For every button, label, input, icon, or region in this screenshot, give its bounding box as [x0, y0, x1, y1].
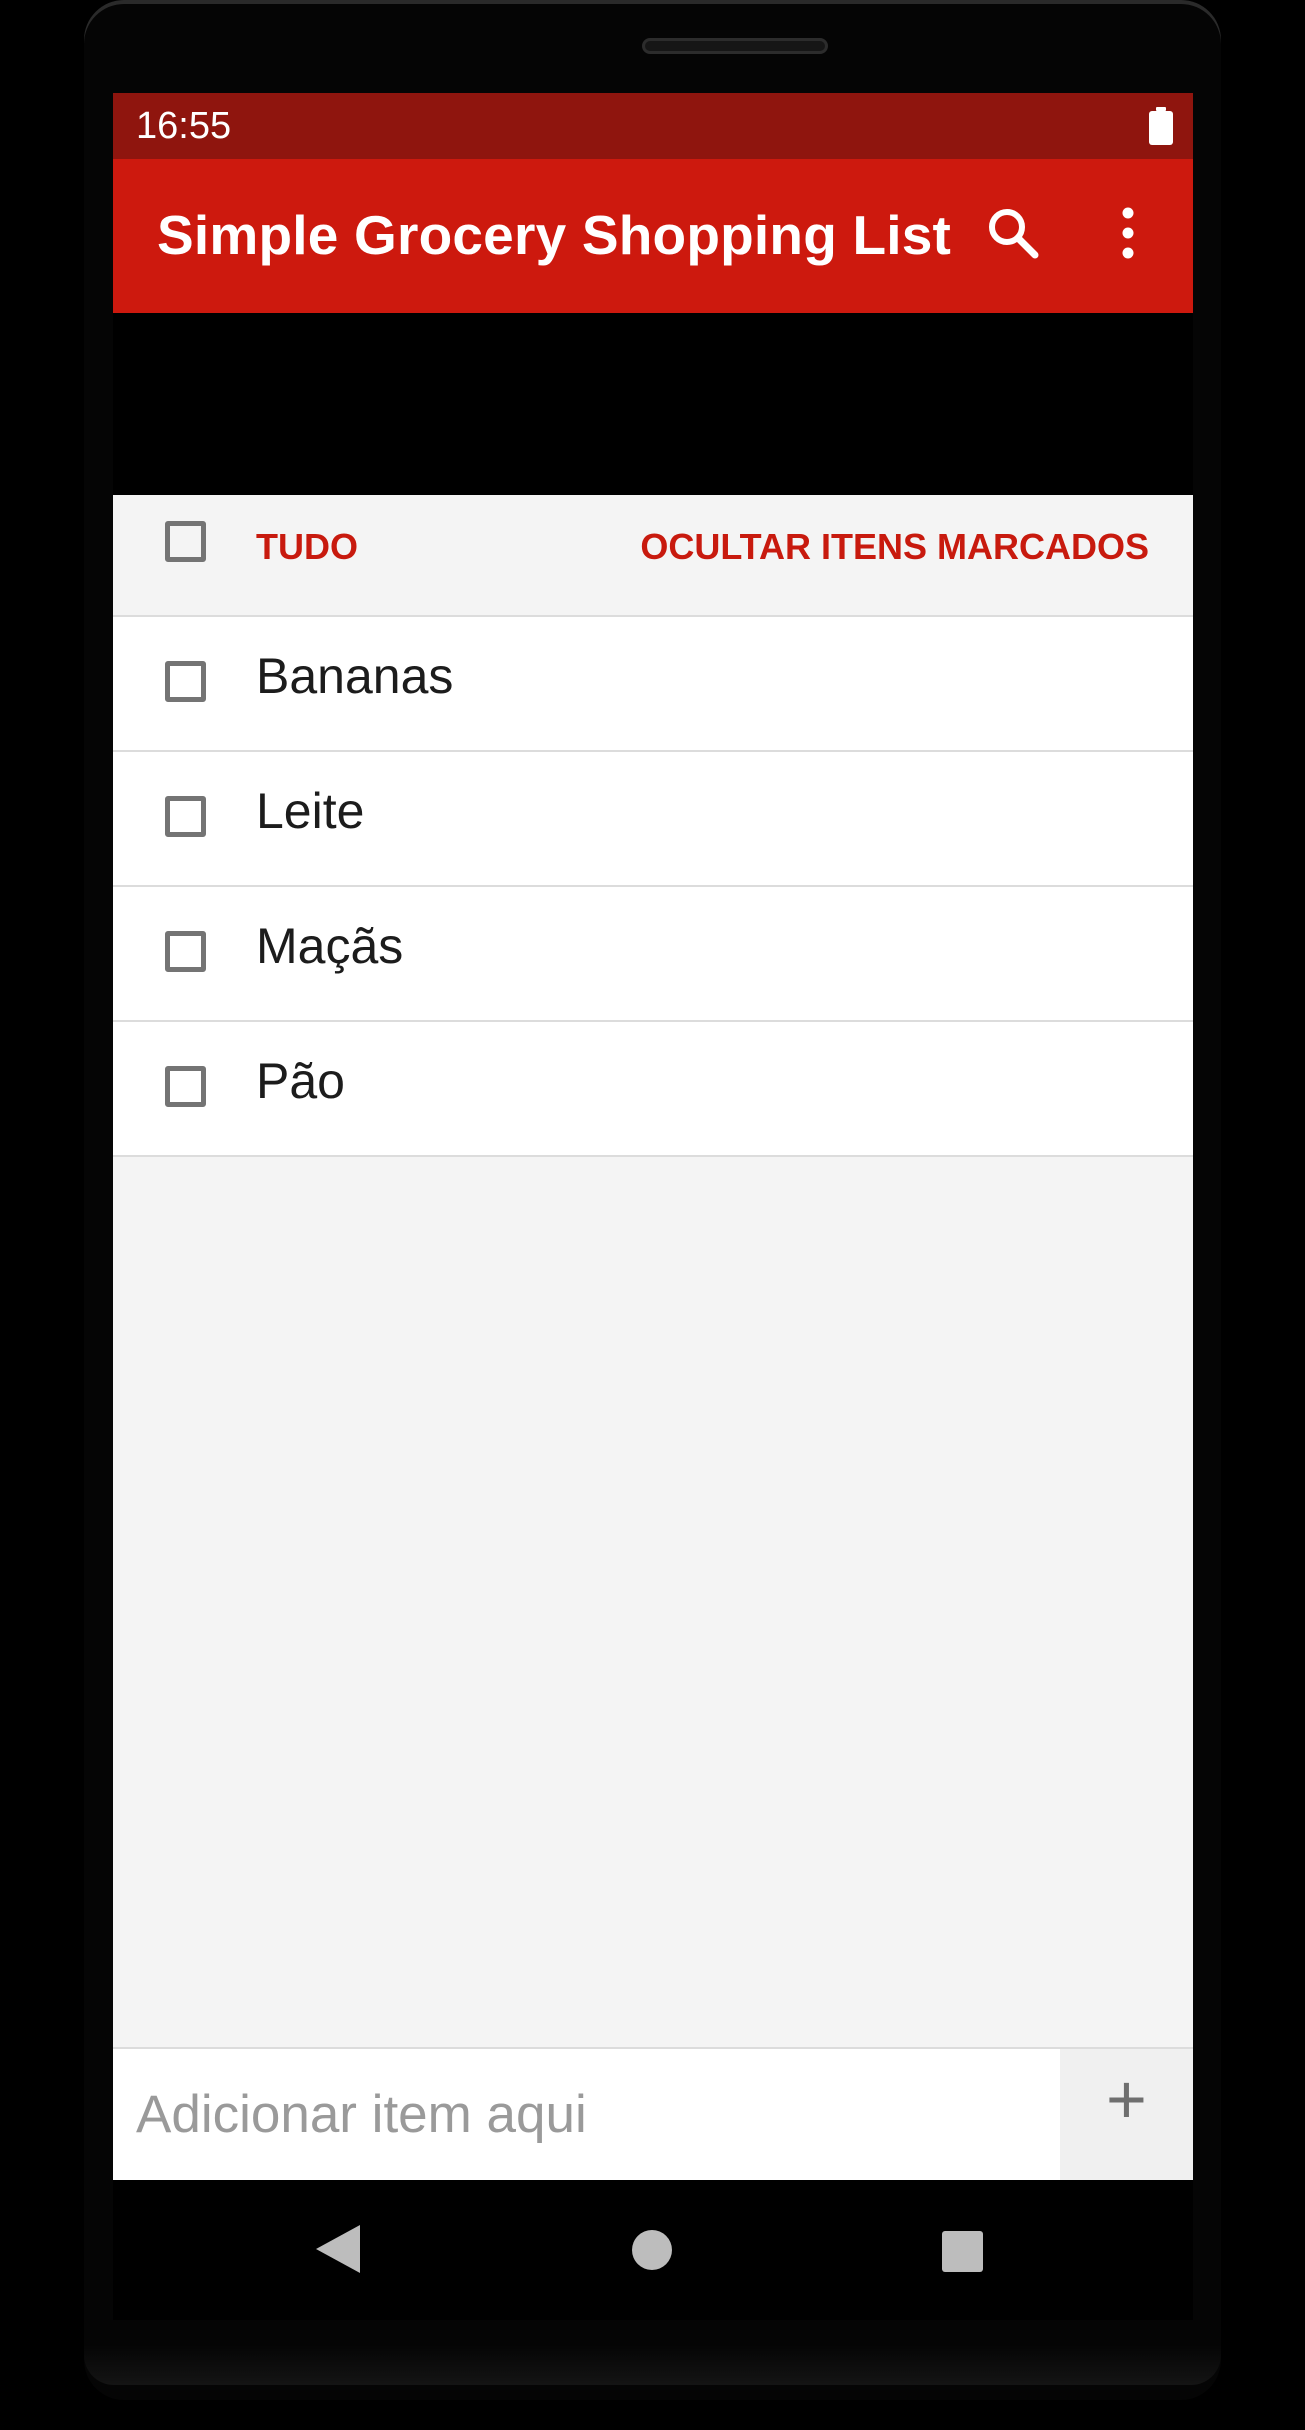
list-item[interactable]: Maçãs	[113, 887, 1193, 1022]
search-icon[interactable]	[983, 203, 1043, 263]
app-toolbar: Simple Grocery Shopping List	[113, 159, 1193, 313]
home-circle-icon[interactable]	[632, 2230, 672, 2270]
app-screen: 16:55 Simple Grocery Shopping List TUDO …	[113, 93, 1193, 2180]
list-item[interactable]: Pão	[113, 1022, 1193, 1157]
add-item-button[interactable]: +	[1060, 2049, 1193, 2180]
select-all-label[interactable]: TUDO	[256, 526, 358, 568]
list-item[interactable]: Bananas	[113, 617, 1193, 752]
shopping-list: Bananas Leite Maçãs Pão	[113, 617, 1193, 1157]
status-time: 16:55	[136, 105, 232, 147]
system-nav-bar	[113, 2180, 1193, 2320]
add-item-bar: +	[113, 2047, 1193, 2180]
plus-icon: +	[1106, 2060, 1147, 2138]
list-header: TUDO OCULTAR ITENS MARCADOS	[113, 495, 1193, 617]
item-label: Bananas	[256, 648, 454, 704]
earpiece-speaker	[642, 38, 828, 54]
more-vert-icon[interactable]	[1113, 203, 1143, 263]
item-label: Maçãs	[256, 918, 404, 974]
recents-square-icon[interactable]	[942, 2231, 983, 2272]
item-checkbox[interactable]	[165, 796, 206, 837]
phone-frame-bottom	[84, 2345, 1221, 2385]
hide-checked-button[interactable]: OCULTAR ITENS MARCADOS	[640, 526, 1149, 568]
app-title: Simple Grocery Shopping List	[157, 204, 952, 266]
item-checkbox[interactable]	[165, 931, 206, 972]
item-checkbox[interactable]	[165, 661, 206, 702]
battery-full-icon	[1149, 107, 1173, 145]
item-checkbox[interactable]	[165, 1066, 206, 1107]
content-gap	[113, 313, 1193, 495]
select-all-checkbox[interactable]	[165, 521, 206, 562]
add-item-input[interactable]	[113, 2049, 1058, 2180]
status-bar: 16:55	[113, 93, 1193, 159]
item-label: Pão	[256, 1053, 345, 1109]
item-label: Leite	[256, 783, 365, 839]
list-item[interactable]: Leite	[113, 752, 1193, 887]
back-triangle-icon[interactable]	[316, 2225, 360, 2273]
